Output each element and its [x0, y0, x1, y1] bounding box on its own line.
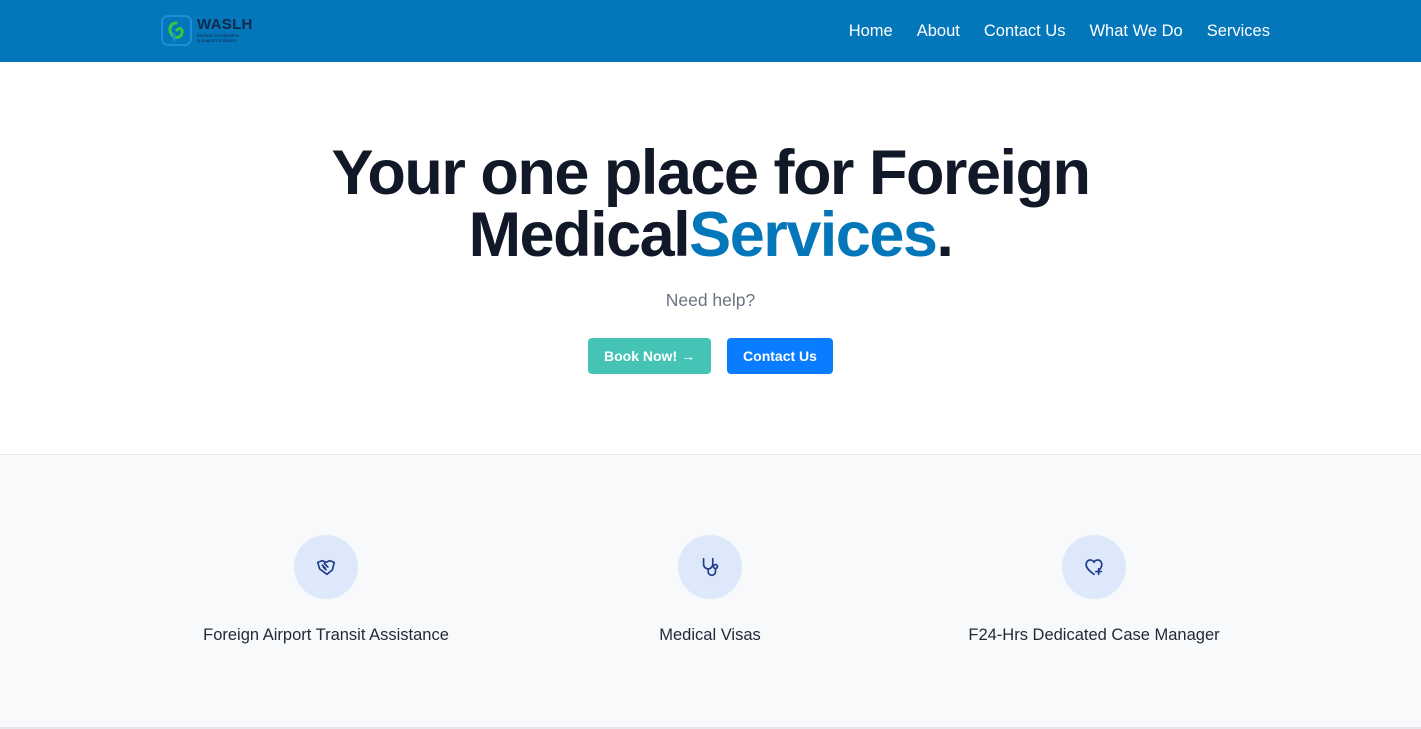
book-now-button[interactable]: Book Now! →: [588, 338, 711, 374]
feature-label: Medical Visas: [659, 626, 761, 644]
handshake-icon: [294, 535, 358, 599]
nav-services[interactable]: Services: [1207, 22, 1270, 41]
site-logo[interactable]: WASLH Medical Coordination & Support Sol…: [160, 12, 260, 48]
heart-plus-icon: [1062, 535, 1126, 599]
feature-label: Foreign Airport Transit Assistance: [203, 626, 449, 644]
features-section: Foreign Airport Transit Assistance Medic…: [0, 454, 1421, 729]
feature-item: Medical Visas: [500, 535, 920, 645]
hero-title-medical: Medical: [468, 200, 691, 270]
logo-tagline: & Support Solutions: [197, 38, 237, 43]
feature-item: F24-Hrs Dedicated Case Manager: [884, 535, 1304, 645]
nav-home[interactable]: Home: [849, 22, 893, 41]
top-navbar: WASLH Medical Coordination & Support Sol…: [0, 0, 1421, 62]
main-nav: Home About Contact Us What We Do Service…: [849, 0, 1270, 62]
hero-title-accent: Services: [689, 200, 938, 270]
logo-name: WASLH: [197, 16, 253, 33]
feature-label: F24-Hrs Dedicated Case Manager: [968, 626, 1220, 644]
nav-contact-us[interactable]: Contact Us: [984, 22, 1066, 41]
nav-about[interactable]: About: [917, 22, 960, 41]
hero-buttons: Book Now! → Contact Us: [0, 338, 1421, 374]
stethoscope-icon: [678, 535, 742, 599]
nav-what-we-do[interactable]: What We Do: [1089, 22, 1182, 41]
hero-subtitle: Need help?: [665, 290, 756, 310]
hero-title-line1: Your one place for Foreign: [331, 138, 1091, 208]
hero-title: Your one place for Foreign MedicalServic…: [0, 142, 1421, 267]
contact-us-button[interactable]: Contact Us: [727, 338, 833, 374]
hero-title-period: .: [936, 200, 954, 270]
logo-mark-icon: [161, 14, 192, 46]
feature-item: Foreign Airport Transit Assistance: [116, 535, 536, 645]
hero-section: Your one place for Foreign MedicalServic…: [0, 62, 1421, 454]
